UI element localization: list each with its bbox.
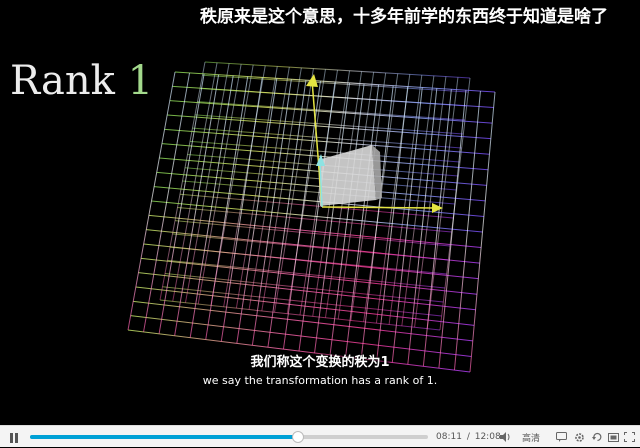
current-time: 08:11 (436, 432, 462, 442)
danmaku-comment: 秩原来是这个意思，十多年前学的东西终于知道是啥了 (200, 7, 608, 27)
video-player: 秩原来是这个意思，十多年前学的东西终于知道是啥了 Rank 1 我们称这个变换的… (0, 0, 640, 447)
unit-cube (318, 145, 376, 206)
pause-icon (9, 428, 19, 447)
loop-icon (591, 432, 601, 442)
wide-screen-icon (607, 432, 619, 442)
duration: 12:08 (474, 432, 501, 442)
settings-icon (574, 432, 584, 442)
fullscreen-icon (623, 432, 635, 442)
progress-fill (30, 435, 299, 439)
pause-button[interactable] (6, 426, 22, 448)
subtitle-english: we say the transformation has a rank of … (202, 374, 438, 387)
progress-handle[interactable] (292, 431, 305, 443)
rank-word: Rank (10, 58, 115, 104)
rank-label: Rank 1 (10, 58, 153, 104)
volume-icon (499, 432, 509, 442)
time-separator: / (466, 432, 470, 442)
loop-button[interactable] (590, 426, 604, 448)
fullscreen-button[interactable] (622, 426, 636, 448)
time-display: 08:11 / 12:08 (435, 426, 502, 448)
quality-button[interactable]: 高清 (520, 426, 542, 448)
rank-number: 1 (127, 58, 154, 104)
control-bar: 08:11 / 12:08 高清 (0, 425, 640, 447)
wide-screen-button[interactable] (606, 426, 620, 448)
danmaku-icon (555, 432, 567, 442)
danmaku-button[interactable] (554, 426, 568, 448)
settings-button[interactable] (572, 426, 586, 448)
subtitle-chinese: 我们称这个变换的秩为1 (250, 355, 390, 370)
progress-bar[interactable] (30, 431, 428, 443)
video-frame[interactable]: 秩原来是这个意思，十多年前学的东西终于知道是啥了 Rank 1 我们称这个变换的… (0, 0, 640, 425)
basis-vector-i (321, 206, 437, 209)
volume-button[interactable] (498, 426, 512, 448)
